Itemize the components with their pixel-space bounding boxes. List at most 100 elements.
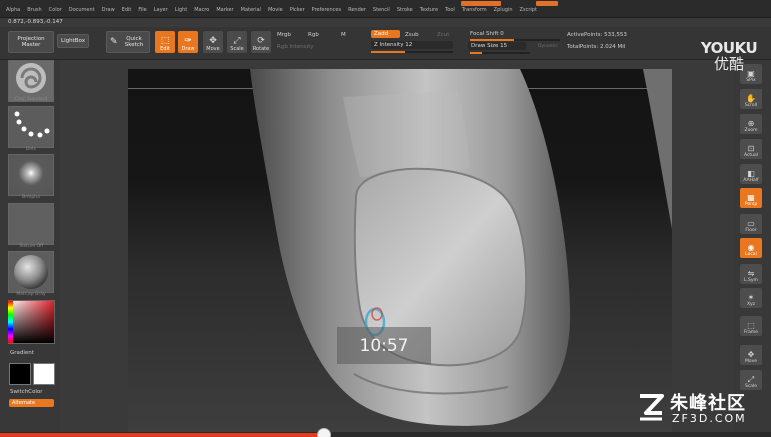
switch-color-button[interactable]: SwitchColor: [10, 389, 43, 395]
menu-item-document[interactable]: Document: [69, 7, 95, 13]
right-tray-xyz-button[interactable]: ✶ Xyz: [740, 288, 762, 308]
document-canvas[interactable]: [128, 69, 672, 432]
menu-item-layer[interactable]: Layer: [154, 7, 168, 13]
video-progress-bar[interactable]: [0, 428, 771, 437]
right-tray-zoom-button[interactable]: ⊕ Zoom: [740, 114, 762, 134]
alternate-toggle[interactable]: Alternate: [9, 399, 54, 407]
persp-icon: ▦: [747, 193, 755, 202]
rgb-intensity-slider[interactable]: Rgb Intensity: [277, 44, 314, 50]
texture-thumbnail[interactable]: [8, 203, 54, 245]
menu-item-preferences[interactable]: Preferences: [312, 7, 341, 13]
menu-item-material[interactable]: Material: [241, 7, 261, 13]
right-tray-floor-button[interactable]: ▭ Floor: [740, 214, 762, 234]
mrgb-toggle[interactable]: Mrgb: [277, 32, 291, 38]
secondary-color-swatch[interactable]: [33, 363, 55, 385]
rotate-button[interactable]: ⟳ Rotate: [251, 31, 271, 53]
draw-icon: ✑: [184, 36, 192, 46]
right-tray-aahalf-button[interactable]: ◧ AAHalf: [740, 164, 762, 184]
rgb-toggle[interactable]: Rgb: [308, 32, 319, 38]
menu-item-file[interactable]: File: [138, 7, 146, 13]
menu-item-render[interactable]: Render: [348, 7, 366, 13]
lsym-icon: ⇋: [747, 269, 755, 278]
title-control[interactable]: [536, 1, 558, 6]
youku-watermark: YOUKU 优酷: [698, 40, 760, 73]
menu-item-zplugin[interactable]: Zplugin: [494, 7, 513, 13]
move-label: Move: [206, 46, 220, 52]
menu-item-color[interactable]: Color: [49, 7, 62, 13]
draw-size-track[interactable]: [470, 52, 530, 54]
draw-size-slider[interactable]: Draw Size 15: [468, 42, 526, 50]
right-tray-move-button[interactable]: ✥ Move: [740, 345, 762, 365]
menu-item-edit[interactable]: Edit: [122, 7, 132, 13]
color-picker[interactable]: [8, 300, 55, 344]
menu-item-tool[interactable]: Tool: [445, 7, 455, 13]
move-button[interactable]: ✥ Move: [203, 31, 223, 53]
menu-item-macro[interactable]: Macro: [194, 7, 209, 13]
menu-item-texture[interactable]: Texture: [420, 7, 438, 13]
right-tray-label: Frame: [743, 330, 759, 335]
alpha-name: BrAlpha: [22, 195, 40, 200]
video-scrubber-handle[interactable]: [316, 428, 331, 437]
right-tray-actual-button[interactable]: ⊡ Actual: [740, 139, 762, 159]
zadd-toggle[interactable]: Zadd: [371, 30, 400, 38]
menu-item-light[interactable]: Light: [175, 7, 187, 13]
gradient-toggle[interactable]: Gradient: [10, 350, 34, 356]
right-tray-frame-button[interactable]: ⬚ Frame: [740, 316, 762, 336]
frame-icon: ⬚: [747, 321, 755, 330]
main-color-swatch[interactable]: [9, 363, 31, 385]
right-tray-label: Local: [745, 252, 757, 257]
move-icon: ✥: [747, 350, 755, 359]
focal-shift-slider[interactable]: Focal Shift 0: [470, 31, 504, 37]
menu-item-stencil[interactable]: Stencil: [373, 7, 390, 13]
draw-button[interactable]: ✑ Draw: [178, 31, 198, 53]
quick-sketch-button[interactable]: ✎ Quick Sketch: [106, 31, 150, 53]
stroke-name: Dots: [25, 147, 37, 152]
right-tray-scroll-button[interactable]: ✋ Scroll: [740, 89, 762, 109]
menu-item-draw[interactable]: Draw: [102, 7, 115, 13]
right-tray-scale-button[interactable]: ⤢ Scale: [740, 370, 762, 390]
scale-icon: ⤢: [747, 375, 755, 384]
right-tray-label: L.Sym: [744, 278, 758, 283]
alpha-thumbnail[interactable]: [8, 154, 54, 196]
menu-item-brush[interactable]: Brush: [27, 7, 41, 13]
material-name: MatCap Gray: [16, 292, 46, 297]
right-tray-persp-button[interactable]: ▦ Persp: [740, 188, 762, 208]
menu-item-stroke[interactable]: Stroke: [397, 7, 413, 13]
sculpted-finger-model[interactable]: [128, 69, 672, 432]
menu-item-picker[interactable]: Picker: [290, 7, 305, 13]
material-thumbnail[interactable]: [8, 251, 54, 293]
right-tray-label: Zoom: [744, 128, 758, 133]
clay-brush-icon: [16, 63, 46, 93]
hue-strip[interactable]: [8, 301, 13, 343]
edit-button[interactable]: ⬚ Edit: [155, 31, 175, 53]
zsub-toggle[interactable]: Zsub: [405, 32, 419, 38]
scale-icon: ⤢: [233, 36, 241, 46]
brush-thumbnail[interactable]: [8, 60, 54, 102]
menu-item-alpha[interactable]: Alpha: [6, 7, 20, 13]
zcut-toggle[interactable]: Zcut: [437, 32, 449, 38]
edit-icon: ⬚: [160, 36, 170, 46]
lightbox-button[interactable]: LightBox: [57, 34, 89, 48]
title-control[interactable]: [461, 1, 501, 6]
dynamic-toggle[interactable]: Dynamic: [538, 44, 558, 49]
menu-item-marker[interactable]: Marker: [216, 7, 233, 13]
m-toggle[interactable]: M: [341, 32, 346, 38]
focal-shift-track[interactable]: [470, 39, 560, 41]
texture-name: Texture Off: [18, 244, 44, 249]
scale-button[interactable]: ⤢ Scale: [227, 31, 247, 53]
z-intensity-slider[interactable]: Z Intensity 12: [371, 41, 453, 49]
z-intensity-track[interactable]: [371, 51, 453, 53]
right-tray-label: SPix: [746, 78, 756, 83]
projection-master-button[interactable]: Projection Master: [8, 31, 54, 53]
right-tray-lsym-button[interactable]: ⇋ L.Sym: [740, 264, 762, 284]
right-tray-local-button[interactable]: ◉ Local: [740, 238, 762, 258]
menu-item-movie[interactable]: Movie: [268, 7, 283, 13]
quick-sketch-label: Quick Sketch: [124, 36, 144, 48]
edit-label: Edit: [160, 46, 170, 52]
right-tray-label: Xyz: [746, 302, 756, 307]
zf-logo-icon: [640, 394, 664, 421]
stroke-thumbnail[interactable]: [8, 106, 54, 148]
menu-item-transform[interactable]: Transform: [462, 7, 487, 13]
menu-item-zscript[interactable]: Zscript: [520, 7, 537, 13]
active-points-readout: ActivePoints: 533,553: [567, 32, 627, 38]
